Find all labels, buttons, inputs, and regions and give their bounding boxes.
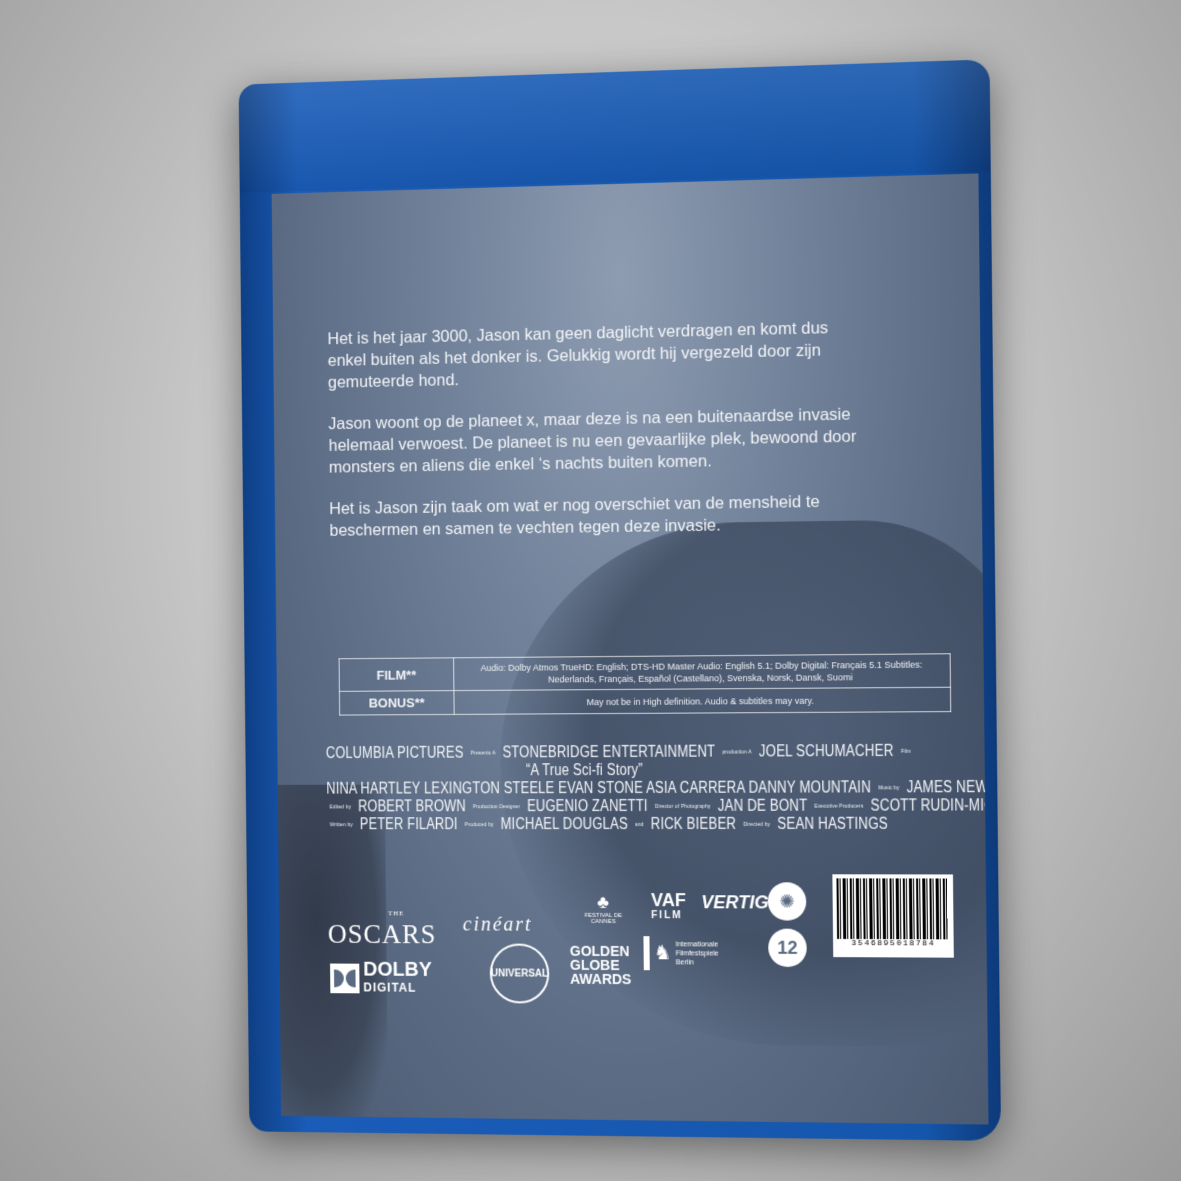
universal-logo: UNIVERSAL [481,943,559,1001]
age-rating-badge: 12 [768,929,807,967]
universal-text: UNIVERSAL [491,968,548,979]
photography-label: Director of Photography [655,804,711,810]
synopsis-paragraph-3: Het is Jason zijn taak om wat er nog ove… [329,490,867,542]
specs-row-film: FILM** Audio: Dolby Atmos TrueHD: Englis… [339,654,950,692]
exec-producers-label: Executive Producers [814,803,863,809]
oscars-logo: THE OSCARS [328,919,437,950]
dolby-word: DOLBY [363,959,432,981]
universal-globe-icon: UNIVERSAL [490,943,550,1003]
production-designer-name: EUGENIO ZANETTI [527,798,648,815]
golden-globe-logo: GOLDEN GLOBE AWARDS [570,944,640,986]
credits-line-5: Written by PETER FILARDI Produced by MIC… [327,816,849,834]
photographer-name: JAN DE BONT [718,798,807,815]
presents-label: Presents A [470,750,495,756]
directed-by-label: Directed by [743,822,770,828]
dolby-sub: DIGITAL [363,979,432,997]
specs-row-bonus: BONUS** May not be in High definition. A… [339,687,950,715]
music-by-label: Music by [878,785,899,791]
cannes-logo: ♣ FESTIVAL DE CANNES [573,892,633,925]
divider-bar [643,936,649,970]
credits-line-1: COLUMBIA PICTURES Presents A STONEBRIDGE… [326,743,848,763]
edited-by-label: Edited by [330,804,351,810]
synopsis: Het is het jaar 3000, Jason kan geen dag… [327,316,867,561]
oscars-text: OSCARS [328,919,437,949]
exec-producers-names: SCOTT RUDIN-MICHAEL RACHMIL [871,797,989,815]
cast-names: NINA HARTLEY LEXINGTON STEELE EVAN STONE… [326,779,871,797]
producer-name: MICHAEL DOUGLAS [501,816,628,833]
palm-icon: ♣ [573,892,633,913]
credits-line-3: NINA HARTLEY LEXINGTON STEELE EVAN STONE… [326,779,848,798]
bluray-case: Het is het jaar 3000, Jason kan geen dag… [239,59,1001,1141]
company-name: STONEBRIDGE ENTERTAINMENT [502,744,715,762]
writer-name: PETER FILARDI [360,816,458,833]
bonus-value: May not be in High definition. Audio & s… [454,687,951,714]
editor-name: ROBERT BROWN [358,798,466,815]
logo-strip: THE OSCARS cinéart DOLBY DIGITAL UNIVERS… [279,874,988,1088]
director-name: SEAN HASTINGS [777,816,888,833]
written-by-label: Written by [330,822,353,828]
vaf-sub: FILM [651,908,686,924]
synopsis-paragraph-1: Het is het jaar 3000, Jason kan geen dag… [327,316,865,393]
and-label: and [635,822,644,828]
barcode-bars [836,878,949,939]
producer2-name: RICK BIEBER [651,816,736,833]
production-label: production A [722,749,752,755]
billing-block: COLUMBIA PICTURES Presents A STONEBRIDGE… [326,743,849,834]
film-word: Film [901,749,911,755]
produced-by-label: Produced by [465,822,494,828]
credits-line-4: Edited by ROBERT BROWN Production Design… [326,798,848,817]
movie-title: “A True Sci-fi Story” [326,761,848,781]
composer-name: JAMES NEWTON [907,779,989,797]
director-credit: JOEL SCHUMACHER [759,743,894,761]
film-label: FILM** [339,658,454,692]
studio-name: COLUMBIA PICTURES [326,745,464,762]
cannes-text: FESTIVAL DE CANNES [585,913,623,925]
specs-table: FILM** Audio: Dolby Atmos TrueHD: Englis… [339,653,952,715]
vaf-logo: VAF FILM [651,892,686,924]
bear-icon: ♞ [654,949,672,958]
production-designer-label: Production Designer [473,804,520,810]
berlinale-text: Internationale Filmfestspiele Berlin [675,940,730,967]
kijkwijzer-fear-icon: ✺ [768,882,807,920]
bonus-label: BONUS** [339,691,454,715]
barcode-number: 3546895018784 [837,939,950,949]
back-cover-insert: Het is het jaar 3000, Jason kan geen dag… [272,173,989,1124]
dolby-double-d-icon [330,964,360,994]
cineart-logo: cinéart [463,914,533,937]
synopsis-paragraph-2: Jason woont op de planeet x, maar deze i… [328,403,867,478]
barcode: 3546895018784 [832,874,953,957]
oscars-the: THE [388,909,404,917]
dolby-logo: DOLBY DIGITAL [330,961,432,997]
film-value: Audio: Dolby Atmos TrueHD: English; DTS-… [454,654,951,691]
berlinale-logo: ♞ Internationale Filmfestspiele Berlin [643,936,730,971]
dolby-text: DOLBY DIGITAL [363,961,432,997]
